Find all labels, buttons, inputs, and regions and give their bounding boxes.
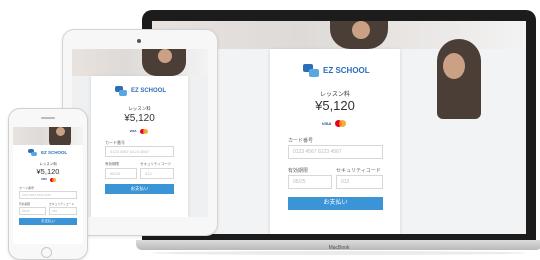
expiry-input[interactable]: 05/25 xyxy=(105,168,137,179)
amount: ¥5,120 xyxy=(36,167,60,176)
mastercard-icon xyxy=(50,178,56,182)
logo-text: EZ SCHOOL xyxy=(41,150,68,155)
ez-school-logo: EZ SCHOOL xyxy=(115,86,166,96)
security-code-input[interactable]: 012 xyxy=(140,168,174,179)
chat-bubbles-icon xyxy=(303,64,319,77)
amount: ¥5,120 xyxy=(315,98,355,113)
security-code-label: セキュリティコード xyxy=(140,162,172,166)
card-number-label: カード番号 xyxy=(288,138,314,144)
pay-button[interactable]: お支払い xyxy=(105,184,174,194)
person-photo-left xyxy=(142,49,186,76)
pay-button[interactable]: お支払い xyxy=(288,197,383,210)
tablet-screen: EZ SCHOOL レッスン料 ¥5,120 VISA カード番号 0123 4… xyxy=(72,49,208,217)
payment-card: EZ SCHOOL レッスン料 ¥5,120 VISA カード番号 0123 4… xyxy=(91,76,188,217)
person-photo-left xyxy=(330,21,388,49)
expiry-input[interactable]: 05/25 xyxy=(288,175,332,189)
mastercard-icon xyxy=(140,129,148,134)
background-photo xyxy=(72,49,208,76)
tablet-camera xyxy=(137,39,141,43)
fee-label: レッスン料 xyxy=(319,92,350,98)
expiry-label: 有効期限 xyxy=(105,162,119,166)
card-number-label: カード番号 xyxy=(19,186,35,190)
card-brands: VISA xyxy=(129,129,148,134)
visa-icon: VISA xyxy=(41,178,47,182)
pay-button[interactable]: お支払い xyxy=(19,218,77,225)
expiry-input[interactable]: 05/25 xyxy=(19,207,46,215)
card-number-input[interactable]: 0123 4567 8123 4567 xyxy=(19,191,77,199)
card-brands: VISA xyxy=(41,178,56,182)
fee-label: レッスン料 xyxy=(128,106,151,111)
card-number-input[interactable]: 0123 4567 8123 4567 xyxy=(288,145,383,159)
visa-icon: VISA xyxy=(129,129,137,134)
card-number-input[interactable]: 0123 4567 8123 4567 xyxy=(105,146,174,157)
visa-icon: VISA xyxy=(321,120,332,127)
payment-card: EZ SCHOOL レッスン料 ¥5,120 VISA カード番号 0123 4… xyxy=(270,49,400,234)
security-code-label: セキュリティコード xyxy=(49,202,75,206)
card-brands: VISA xyxy=(321,120,346,127)
ez-school-logo: EZ SCHOOL xyxy=(28,149,67,156)
person-photo-right xyxy=(437,39,481,119)
ez-school-logo: EZ SCHOOL xyxy=(303,64,370,77)
security-code-input[interactable]: 012 xyxy=(336,175,383,189)
chat-bubbles-icon xyxy=(28,149,37,156)
security-code-input[interactable]: 012 xyxy=(49,207,77,215)
chat-bubbles-icon xyxy=(115,86,127,96)
phone-home-button[interactable] xyxy=(41,247,52,258)
laptop-shadow xyxy=(152,251,526,255)
logo-text: EZ SCHOOL xyxy=(323,66,370,75)
expiry-label: 有効期限 xyxy=(288,168,309,174)
logo-text: EZ SCHOOL xyxy=(131,88,167,94)
expiry-label: 有効期限 xyxy=(19,202,31,206)
phone-speaker xyxy=(41,117,55,119)
amount: ¥5,120 xyxy=(124,113,155,124)
security-code-label: セキュリティコード xyxy=(336,168,381,174)
mastercard-icon xyxy=(335,120,346,127)
payment-card: EZ SCHOOL レッスン料 ¥5,120 VISA カード番号 0123 4… xyxy=(13,145,83,244)
phone: EZ SCHOOL レッスン料 ¥5,120 VISA カード番号 0123 4… xyxy=(8,108,88,260)
phone-screen: EZ SCHOOL レッスン料 ¥5,120 VISA カード番号 0123 4… xyxy=(13,127,83,244)
